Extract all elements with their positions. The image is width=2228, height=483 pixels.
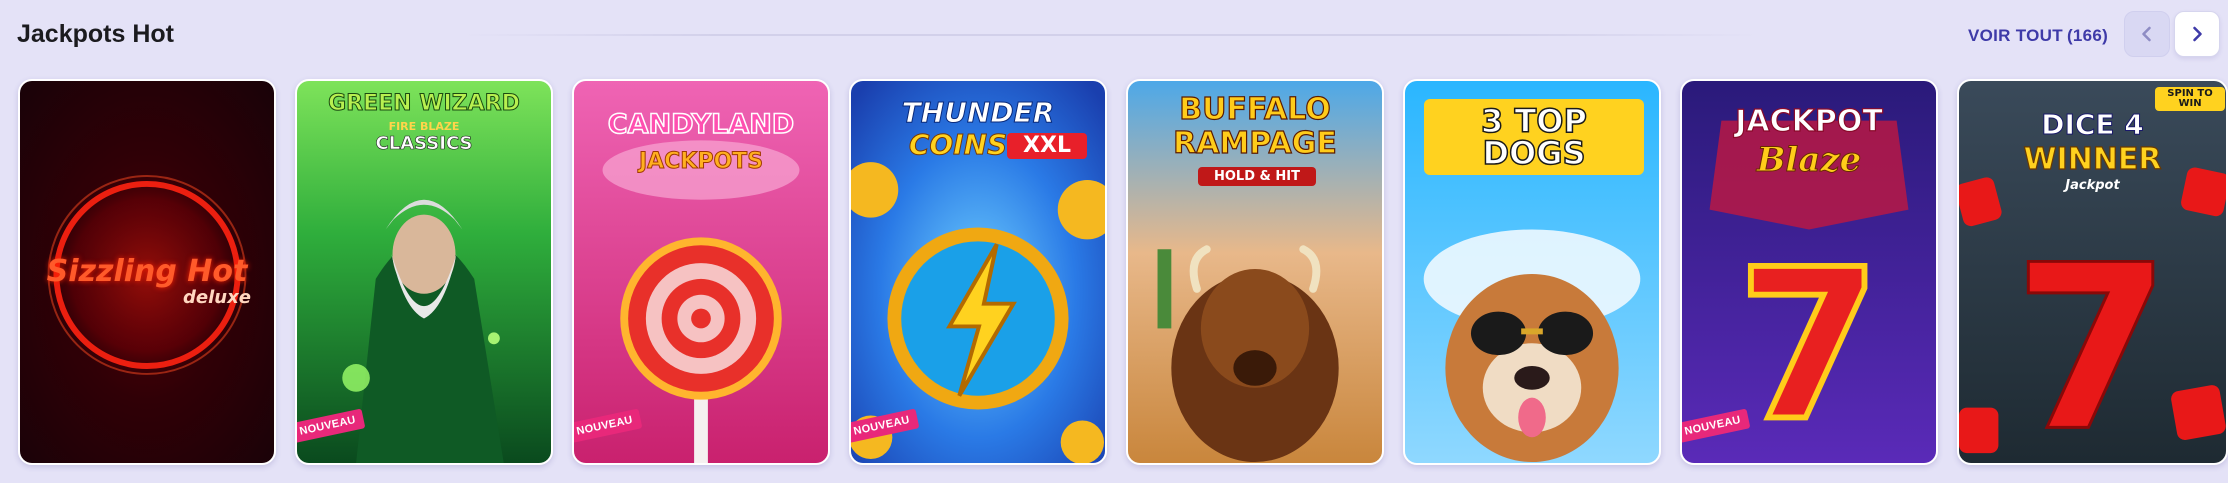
see-all-count: (166) (2066, 26, 2109, 45)
carousel-prev-button[interactable] (2124, 11, 2170, 57)
game-subtitle: FIRE BLAZE (388, 120, 460, 133)
game-card-green-wizard[interactable]: GREEN WIZARD FIRE BLAZE CLASSICS NOUVEAU (295, 79, 553, 465)
game-card-candyland[interactable]: CANDYLAND JACKPOTS NOUVEAU (572, 79, 830, 465)
chevron-right-icon (2193, 26, 2202, 42)
header-divider (460, 34, 1760, 36)
see-all-label: VOIR TOUT (1968, 26, 2063, 45)
game-subtitle: JACKPOTS (638, 149, 764, 174)
section-title: Jackpots Hot (17, 20, 174, 48)
game-card-buffalo-rampage[interactable]: BUFFALO RAMPAGE HOLD & HIT (1126, 79, 1384, 465)
game-subtitle: RAMPAGE (1173, 126, 1338, 161)
game-tag: HOLD & HIT (1198, 167, 1316, 186)
see-all-link[interactable]: VOIR TOUT (166) (1968, 26, 2108, 46)
game-tag: XXL (1007, 133, 1087, 159)
game-subtitle: WINNER (2023, 142, 2162, 177)
game-title: JACKPOT (1735, 104, 1884, 139)
chevron-left-icon (2142, 26, 2151, 42)
game-title: BUFFALO (1179, 92, 1332, 127)
game-title: CANDYLAND (607, 109, 795, 140)
game-card-3-top-dogs[interactable]: 3 TOP DOGS (1403, 79, 1661, 465)
game-subtitle: Blaze (1756, 140, 1862, 180)
game-card-sizzling-hot[interactable]: Sizzling Hot deluxe (18, 79, 276, 465)
game-title: 3 TOP DOGS (1424, 99, 1644, 175)
svg-text:7: 7 (1737, 225, 1881, 463)
game-card-thunder-coins[interactable]: THUNDER COINS XXL NOUVEAU (849, 79, 1107, 465)
game-subtitle: deluxe (183, 287, 251, 308)
spin-to-win-tag: SPIN TO WIN (2155, 87, 2225, 111)
game-tag: Jackpot (2065, 178, 2120, 193)
game-title: DICE 4 (2041, 108, 2145, 141)
game-subtitle: CLASSICS (375, 133, 473, 154)
game-carousel: Sizzling Hot deluxe GREEN WIZARD FIRE BL… (18, 79, 2228, 467)
game-card-dice-4-winner[interactable]: 7 DICE 4 WINNER Jackpot SPIN TO WIN (1957, 79, 2228, 465)
carousel-next-button[interactable] (2174, 11, 2220, 57)
svg-text:7: 7 (2013, 216, 2171, 463)
game-title: THUNDER (901, 96, 1055, 129)
section-header: Jackpots Hot VOIR TOUT (166) (0, 0, 2228, 72)
game-card-jackpot-blaze[interactable]: 7 JACKPOT Blaze NOUVEAU (1680, 79, 1938, 465)
game-title: GREEN WIZARD (328, 91, 521, 116)
game-title: Sizzling Hot (46, 254, 248, 289)
